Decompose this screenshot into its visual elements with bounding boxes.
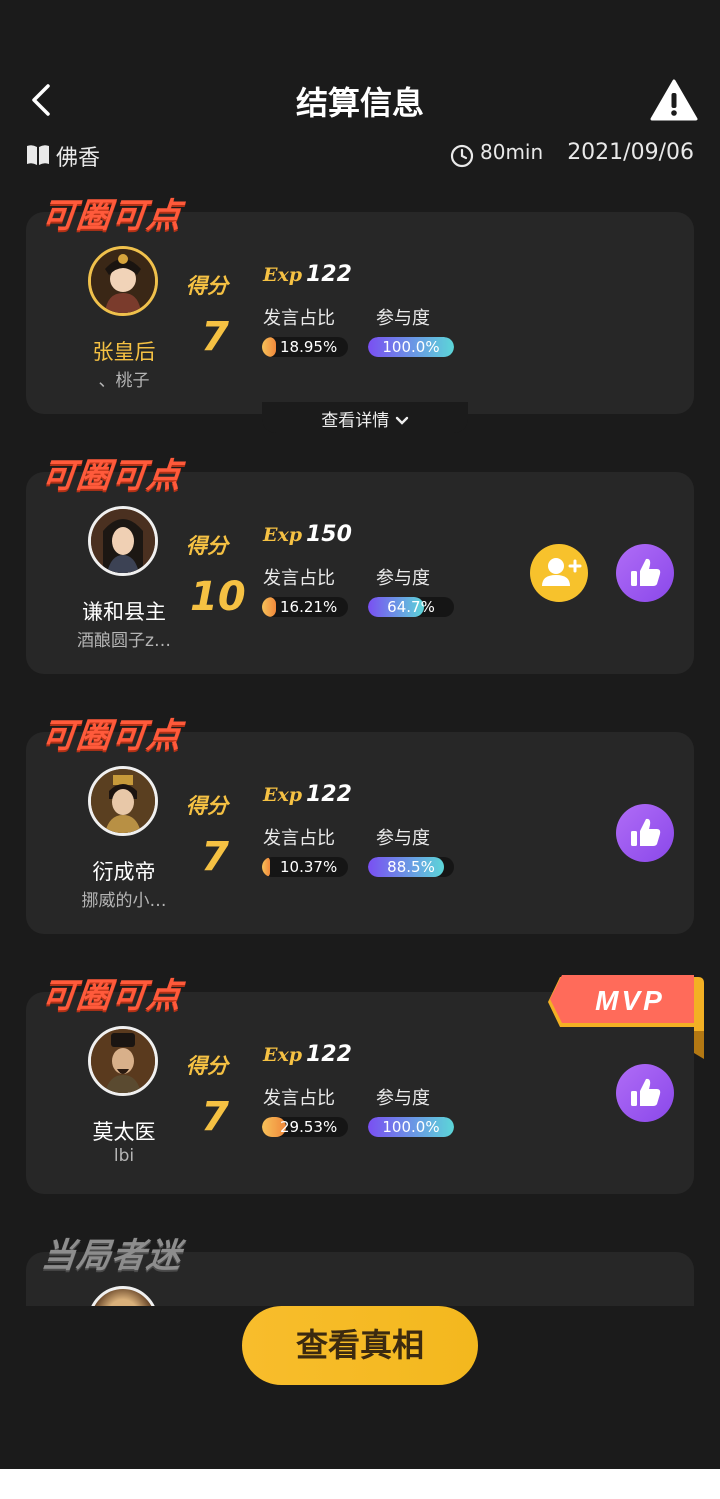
participation-bar: 64.7% [368,597,454,617]
user-name: 酒酿圆子z… [77,631,171,651]
thumbs-up-icon [631,818,661,846]
avatar[interactable] [88,246,158,316]
participation-value: 64.7% [387,598,435,616]
score-value: 7 [201,834,229,880]
exp-value: 122 [306,782,352,807]
speech-bar: 16.21% [262,597,348,617]
room-name: 佛香 [56,146,101,171]
participation-label: 参与度 [376,1088,430,1109]
player-tag: 可圈可点 [39,196,184,236]
speech-bar-fill [262,337,276,357]
player-tag: 当局者迷 [39,1236,184,1276]
speech-bar-fill [262,597,276,617]
mvp-label: MVP [595,985,665,1016]
exp-value: 150 [306,522,352,547]
speech-value: 10.37% [280,858,338,876]
speech-bar: 29.53% [262,1117,348,1137]
participation-label: 参与度 [376,568,430,589]
duration: 80min [480,140,544,164]
participation-bar: 88.5% [368,857,454,877]
score-value: 7 [201,314,229,360]
participation-value: 100.0% [382,1118,440,1136]
clock-icon [450,144,474,168]
user-name: 挪威的小… [81,891,167,911]
chevron-down-icon [395,416,408,425]
thumbs-up-icon [631,558,661,586]
participation-label: 参与度 [376,308,430,329]
game-date: 2021/09/06 [567,140,694,165]
like-button[interactable] [616,804,674,862]
player-card: 张皇后 、桃子 得分 7 Exp 122 发言占比 参与度 18.95% 100… [26,212,694,414]
player-card: 谦和县主 酒酿圆子z… 得分 10 Exp 150 发言占比 参与度 16.21… [26,472,694,674]
participation-value: 88.5% [387,858,435,876]
like-button[interactable] [616,544,674,602]
score-value: 10 [190,574,246,620]
exp-label: Exp [263,264,303,286]
exp-label: Exp [263,784,303,806]
exp-value: 122 [306,262,352,287]
user-name: lbi [113,1146,135,1166]
speech-bar: 10.37% [262,857,348,877]
speech-label: 发言占比 [263,568,335,589]
add-friend-button[interactable] [530,544,588,602]
speech-bar: 18.95% [262,337,348,357]
thumbs-up-icon [631,1078,661,1106]
add-friend-icon [542,558,582,586]
speech-value: 29.53% [280,1118,338,1136]
mvp-ribbon: MVP [548,975,704,1059]
exp-label: Exp [263,524,303,546]
system-nav-area [0,1469,720,1499]
like-button[interactable] [616,1064,674,1122]
score-label: 得分 [186,534,228,558]
participation-bar: 100.0% [368,337,454,357]
avatar[interactable] [88,766,158,836]
speech-value: 16.21% [280,598,338,616]
score-value: 7 [201,1094,229,1140]
speech-bar-fill [262,857,270,877]
speech-label: 发言占比 [263,1088,335,1109]
avatar[interactable] [88,506,158,576]
exp-value: 122 [306,1042,352,1067]
score-label: 得分 [186,1054,228,1078]
player-tag: 可圈可点 [39,976,184,1016]
player-tag: 可圈可点 [39,716,184,756]
player-card: 衍成帝 挪威的小… 得分 7 Exp 122 发言占比 参与度 10.37% 8… [26,732,694,934]
speech-label: 发言占比 [263,828,335,849]
avatar[interactable] [88,1026,158,1096]
user-name: 、桃子 [98,371,150,391]
view-details-button[interactable]: 查看详情 [262,402,468,433]
speech-value: 18.95% [280,338,338,356]
exp-label: Exp [263,1044,303,1066]
score-label: 得分 [186,274,228,298]
score-label: 得分 [186,794,228,818]
game-meta: 佛香 80min 2021/09/06 [26,140,694,174]
page-title: 结算信息 [295,84,424,122]
participation-value: 100.0% [382,338,440,356]
player-tag: 可圈可点 [39,456,184,496]
warning-icon[interactable] [650,78,698,122]
participation-bar: 100.0% [368,1117,454,1137]
speech-label: 发言占比 [263,308,335,329]
view-details-label: 查看详情 [321,411,390,431]
book-icon [27,145,49,165]
view-truth-button[interactable]: 查看真相 [242,1306,478,1385]
participation-label: 参与度 [376,828,430,849]
